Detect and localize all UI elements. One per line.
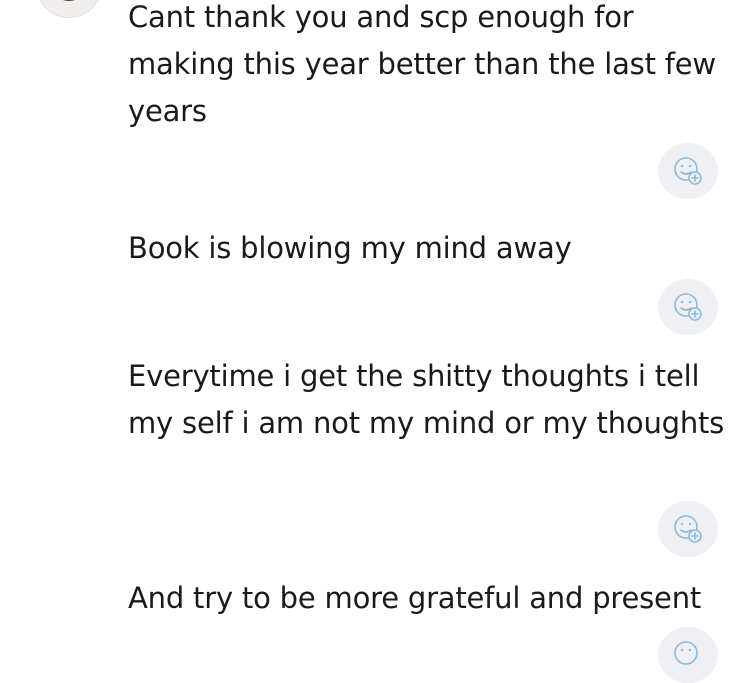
message-text: Everytime i get the shitty thoughts i te… xyxy=(128,359,725,440)
add-reaction-button[interactable] xyxy=(658,627,718,683)
add-reaction-button[interactable] xyxy=(658,501,718,557)
message-text: Cant thank you and scp enough for making… xyxy=(128,0,716,128)
add-reaction-icon xyxy=(674,641,698,665)
add-reaction-button[interactable] xyxy=(658,143,718,199)
add-reaction-icon xyxy=(674,293,702,321)
add-reaction-icon xyxy=(674,157,702,185)
message-text: Book is blowing my mind away xyxy=(128,231,572,265)
add-reaction-button[interactable] xyxy=(658,279,718,335)
avatar[interactable] xyxy=(36,0,102,18)
avatar-image xyxy=(49,0,89,1)
add-reaction-icon xyxy=(674,515,702,543)
message-text: And try to be more grateful and present xyxy=(128,581,702,615)
